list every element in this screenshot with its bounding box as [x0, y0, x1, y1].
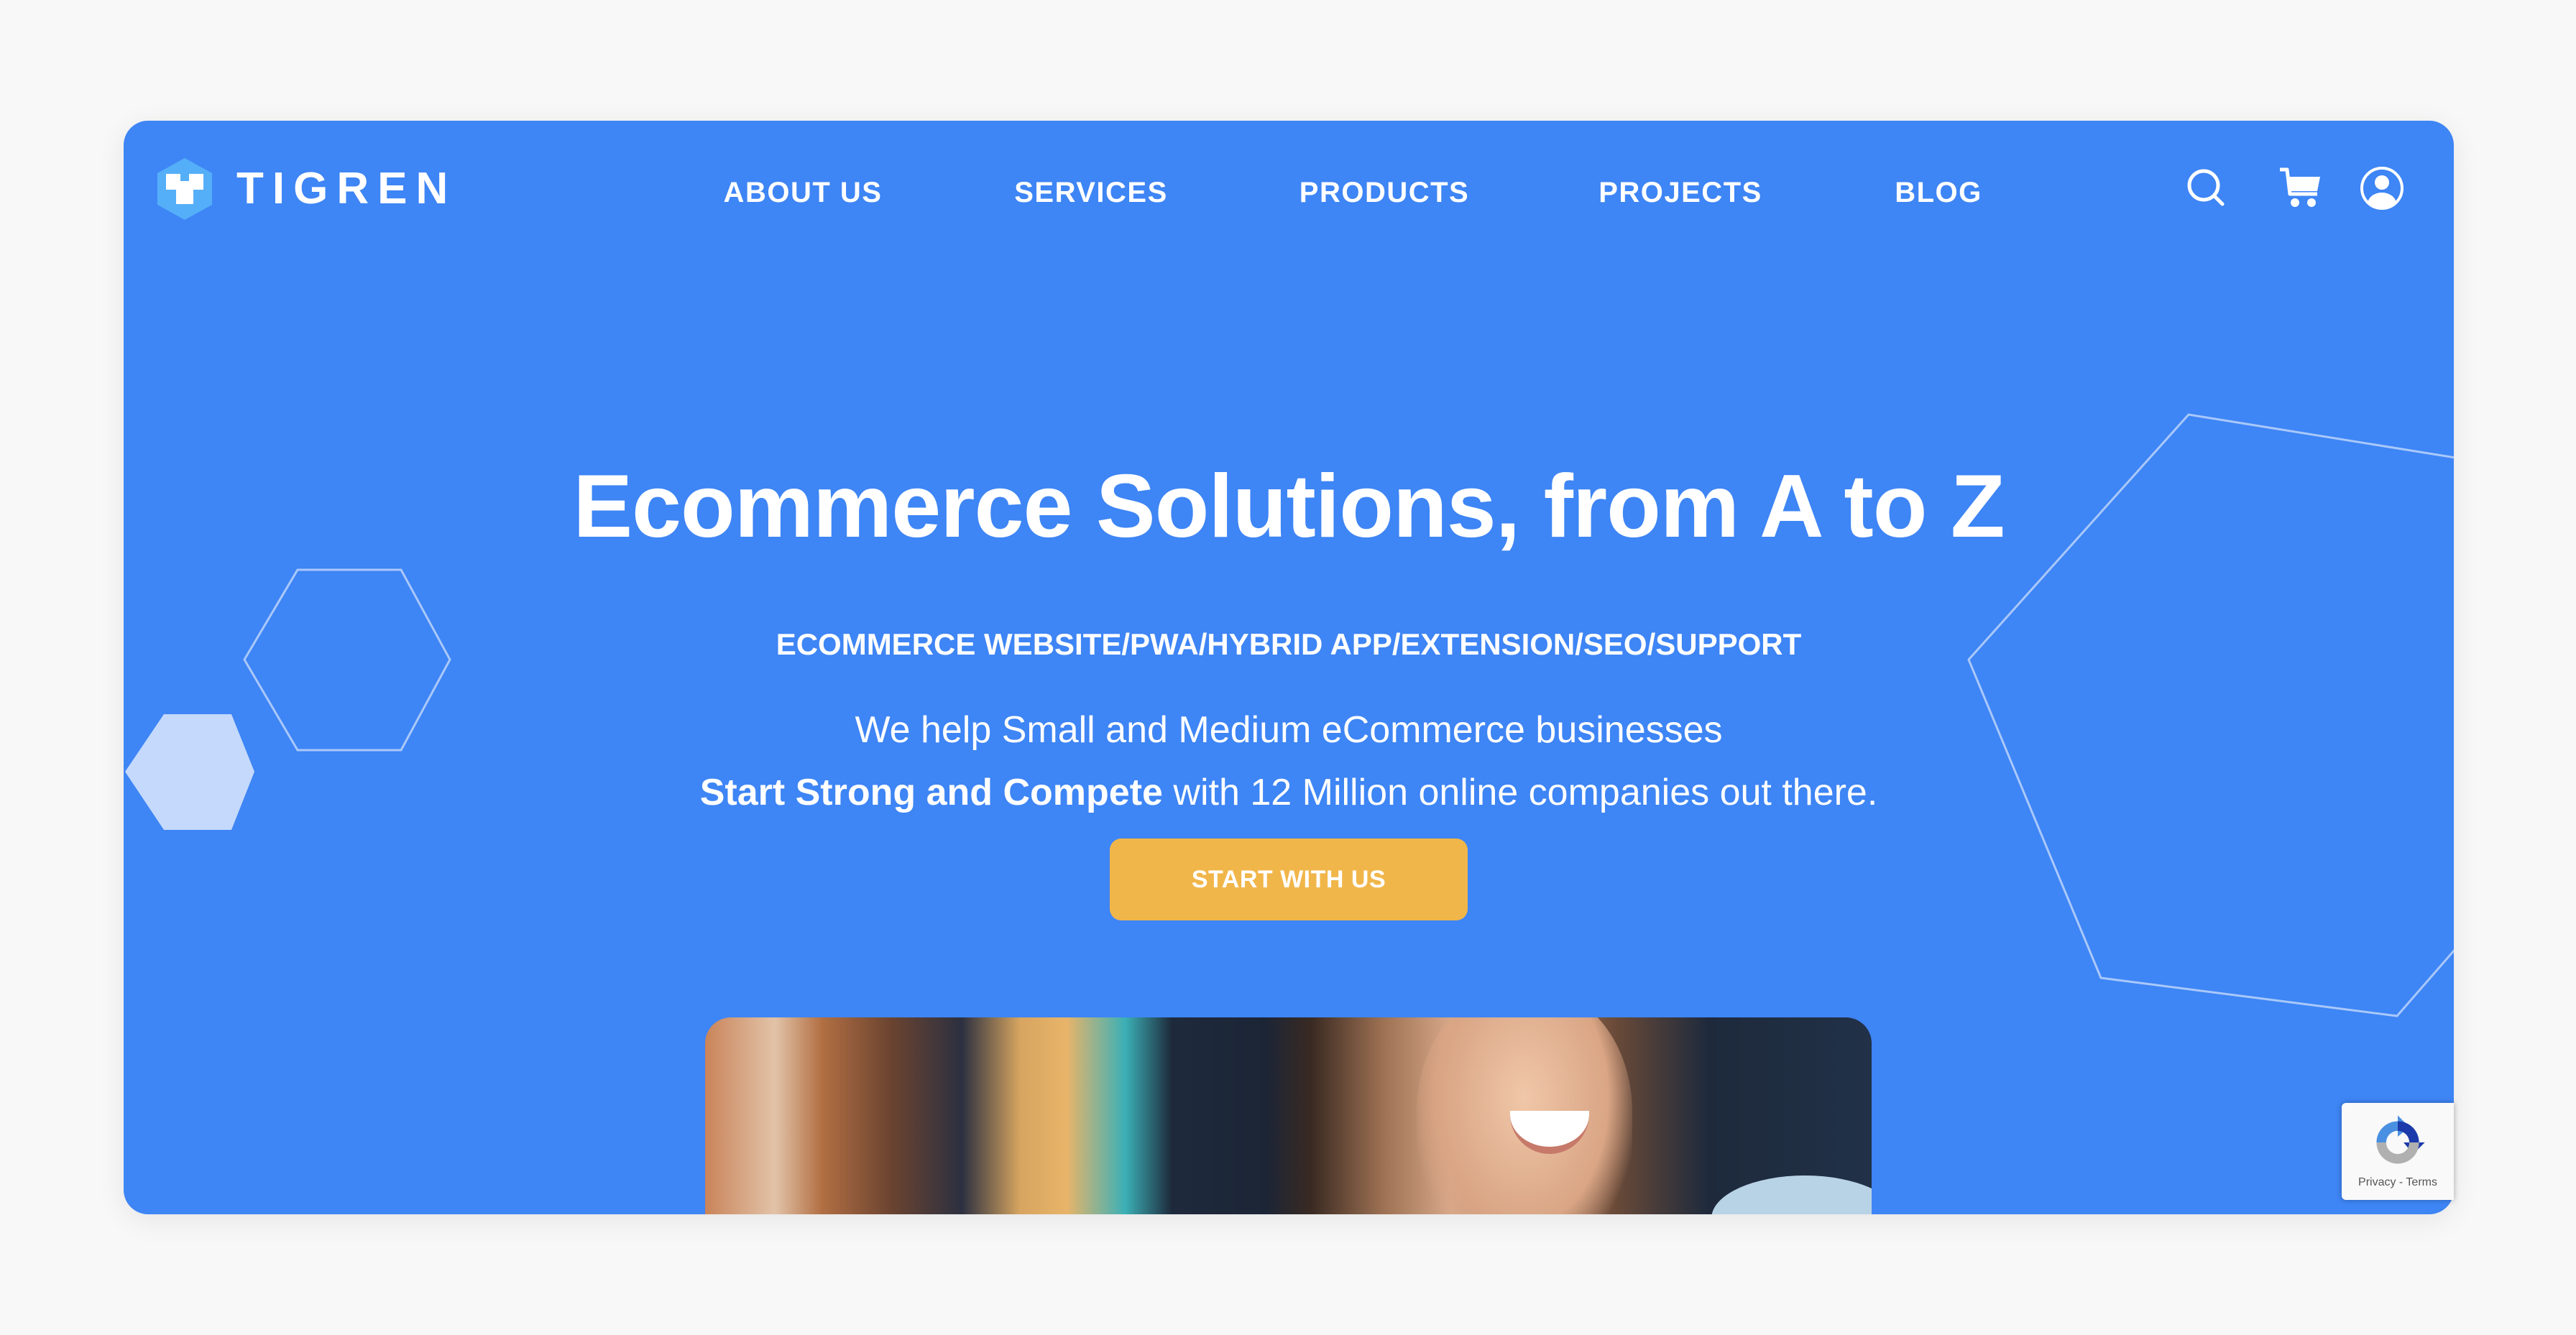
top-navigation: TIGREN ABOUT US SERVICES PRODUCTS PROJEC… [124, 121, 2454, 272]
hero-description: We help Small and Medium eCommerce busin… [124, 699, 2454, 824]
nav-about-us[interactable]: ABOUT US [724, 177, 883, 209]
user-account-icon [2360, 167, 2404, 210]
start-with-us-button[interactable]: START WITH US [1110, 839, 1468, 920]
recaptcha-badge[interactable]: Privacy - Terms [2342, 1103, 2454, 1200]
nav-blog[interactable]: BLOG [1895, 177, 1982, 209]
logo-text: TIGREN [236, 164, 457, 213]
hero-card: TIGREN ABOUT US SERVICES PRODUCTS PROJEC… [124, 121, 2454, 1214]
hero-description-line1: We help Small and Medium eCommerce busin… [855, 709, 1723, 751]
recaptcha-privacy-terms-link[interactable]: Privacy - Terms [2358, 1176, 2437, 1189]
hero-image [705, 1017, 1872, 1214]
logo[interactable]: TIGREN [155, 157, 456, 221]
search-button[interactable] [2184, 165, 2230, 211]
hero-subheading: ECOMMERCE WEBSITE/PWA/HYBRID APP/EXTENSI… [776, 627, 1802, 661]
nav-products[interactable]: PRODUCTS [1300, 177, 1469, 209]
recaptcha-icon [2376, 1115, 2425, 1164]
cart-icon [2280, 167, 2320, 207]
hero-description-rest: with 12 Million online companies out the… [1162, 772, 1878, 813]
hero-image-shirt [1711, 1175, 1872, 1214]
account-button[interactable] [2359, 165, 2405, 211]
hero-description-emphasis: Start Strong and Compete [699, 772, 1163, 813]
nav-projects[interactable]: PROJECTS [1598, 177, 1762, 209]
hero-headline: Ecommerce Solutions, from A to Z [573, 457, 2005, 556]
tigren-hex-logo-icon [157, 158, 212, 220]
nav-services[interactable]: SERVICES [1014, 177, 1168, 209]
cart-button[interactable] [2277, 165, 2323, 211]
hero-description-line2: Start Strong and Compete with 12 Million… [124, 762, 2454, 824]
search-icon [2187, 169, 2225, 206]
